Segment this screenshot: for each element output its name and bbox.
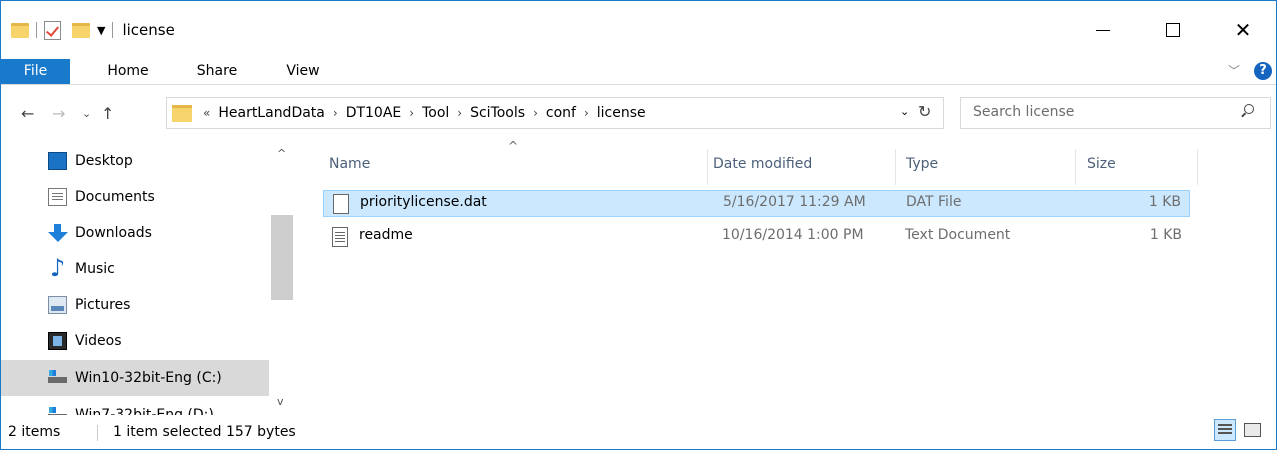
scrollbar-thumb[interactable] — [271, 215, 293, 300]
file-icon — [333, 194, 349, 214]
drive-icon — [48, 369, 67, 387]
nav-item-label: Videos — [75, 333, 122, 349]
videos-icon — [48, 332, 67, 350]
nav-item-label: Documents — [75, 189, 155, 205]
file-date-modified: 10/16/2014 1:00 PM — [722, 227, 864, 243]
nav-item-downloads[interactable]: Downloads — [1, 215, 269, 251]
breadcrumb-item[interactable]: DT10AE — [341, 105, 407, 121]
navigation-pane: Desktop Documents Downloads Music Pictur… — [1, 143, 297, 415]
search-placeholder: Search license — [973, 104, 1075, 120]
file-date-modified: 5/16/2017 11:29 AM — [723, 194, 866, 210]
documents-icon — [48, 188, 67, 206]
explorer-window: ▼ license ✕ File Home Share View ﹀ ? ← →… — [0, 0, 1277, 450]
refresh-icon[interactable]: ↻ — [918, 102, 931, 121]
nav-item-label: Desktop — [75, 153, 133, 169]
file-row[interactable]: prioritylicense.dat 5/16/2017 11:29 AM D… — [323, 190, 1190, 217]
back-arrow-icon[interactable]: ← — [21, 104, 34, 123]
nav-item-label: Win10-32bit-Eng (C:) — [75, 370, 222, 386]
large-icons-view-icon[interactable] — [1241, 419, 1263, 441]
help-icon[interactable]: ? — [1254, 62, 1272, 80]
quick-access-toolbar: ▼ license — [11, 17, 175, 43]
breadcrumb-separator[interactable]: › — [581, 106, 592, 120]
item-count: 2 items — [8, 424, 61, 440]
column-header-size[interactable]: Size — [1087, 149, 1116, 179]
search-icon[interactable] — [1241, 104, 1255, 118]
breadcrumb-separator[interactable]: › — [530, 106, 541, 120]
properties-icon[interactable] — [44, 20, 61, 40]
breadcrumb: « HeartLandData › DT10AE › Tool › SciToo… — [200, 105, 651, 121]
file-name: prioritylicense.dat — [360, 194, 487, 210]
breadcrumb-item[interactable]: Tool — [417, 105, 454, 121]
scroll-up-icon[interactable]: ^ — [277, 147, 286, 160]
address-history-chevron-down-icon[interactable]: ⌄ — [900, 105, 909, 118]
forward-arrow-icon[interactable]: → — [52, 104, 65, 123]
column-header-name[interactable]: Name — [329, 149, 370, 179]
nav-item-drive-d[interactable]: Win7-32bit-Eng (D:) — [1, 397, 269, 415]
file-size: 1 KB — [1149, 227, 1182, 243]
text-file-icon — [332, 227, 348, 247]
folder-icon — [172, 104, 192, 122]
nav-item-videos[interactable]: Videos — [1, 323, 269, 359]
file-row[interactable]: readme 10/16/2014 1:00 PM Text Document … — [323, 224, 1190, 251]
new-folder-icon[interactable] — [72, 22, 90, 38]
file-list: ^ Name Date modified Type Size priorityl… — [297, 139, 1276, 415]
window-title: license — [122, 21, 175, 39]
nav-item-label: Music — [75, 261, 115, 277]
nav-item-pictures[interactable]: Pictures — [1, 287, 269, 323]
folder-icon — [11, 22, 29, 38]
file-type: Text Document — [905, 227, 1011, 243]
nav-item-music[interactable]: Music — [1, 251, 269, 287]
music-icon — [48, 254, 67, 282]
close-icon: ✕ — [1234, 18, 1252, 42]
ribbon-tabs: File Home Share View ﹀ ? — [1, 59, 1276, 85]
nav-item-label: Pictures — [75, 297, 131, 313]
minimize-icon — [1096, 29, 1110, 31]
sort-ascending-icon: ^ — [508, 139, 519, 153]
search-input[interactable]: Search license — [960, 97, 1271, 129]
minimize-button[interactable] — [1068, 1, 1138, 59]
nav-item-documents[interactable]: Documents — [1, 179, 269, 215]
maximize-icon — [1166, 23, 1180, 37]
downloads-icon — [48, 224, 68, 242]
up-arrow-icon[interactable]: ↑ — [101, 104, 114, 123]
nav-item-drive-c[interactable]: Win10-32bit-Eng (C:) — [1, 360, 269, 396]
file-name: readme — [359, 227, 413, 243]
maximize-button[interactable] — [1138, 1, 1208, 59]
breadcrumb-overflow[interactable]: « — [200, 106, 213, 120]
recent-locations-chevron-down-icon[interactable]: ⌄ — [82, 107, 91, 120]
status-bar: 2 items 1 item selected 157 bytes — [1, 415, 1276, 449]
breadcrumb-item[interactable]: license — [592, 105, 651, 121]
tab-share[interactable]: Share — [187, 59, 247, 84]
column-header-type[interactable]: Type — [906, 149, 938, 179]
breadcrumb-item[interactable]: HeartLandData — [213, 105, 330, 121]
tab-file[interactable]: File — [1, 59, 70, 84]
file-type: DAT File — [906, 194, 962, 210]
title-bar: ▼ license ✕ — [1, 1, 1276, 59]
expand-ribbon-chevron-down-icon[interactable]: ﹀ — [1228, 62, 1240, 79]
navigation-pane-scrollbar[interactable]: ^ v — [269, 143, 295, 415]
selection-info: 1 item selected 157 bytes — [113, 424, 296, 440]
breadcrumb-separator[interactable]: › — [454, 106, 465, 120]
nav-item-desktop[interactable]: Desktop — [1, 143, 269, 179]
nav-item-label: Win7-32bit-Eng (D:) — [75, 407, 214, 415]
details-view-icon[interactable] — [1214, 419, 1236, 441]
pictures-icon — [48, 296, 67, 314]
tab-home[interactable]: Home — [98, 59, 158, 84]
breadcrumb-separator[interactable]: › — [406, 106, 417, 120]
customize-toolbar-dropdown-icon[interactable]: ▼ — [97, 24, 105, 37]
close-button[interactable]: ✕ — [1208, 1, 1277, 59]
file-size: 1 KB — [1148, 194, 1181, 210]
desktop-icon — [48, 152, 67, 170]
breadcrumb-item[interactable]: SciTools — [465, 105, 530, 121]
drive-icon — [48, 406, 67, 415]
scroll-down-icon[interactable]: v — [277, 395, 284, 408]
column-header-date-modified[interactable]: Date modified — [713, 149, 812, 179]
breadcrumb-separator[interactable]: › — [330, 106, 341, 120]
breadcrumb-item[interactable]: conf — [541, 105, 581, 121]
address-bar[interactable]: « HeartLandData › DT10AE › Tool › SciToo… — [166, 97, 944, 129]
nav-item-label: Downloads — [75, 225, 152, 241]
navigation-bar: ← → ⌄ ↑ « HeartLandData › DT10AE › Tool … — [1, 85, 1276, 143]
tab-view[interactable]: View — [278, 59, 328, 84]
